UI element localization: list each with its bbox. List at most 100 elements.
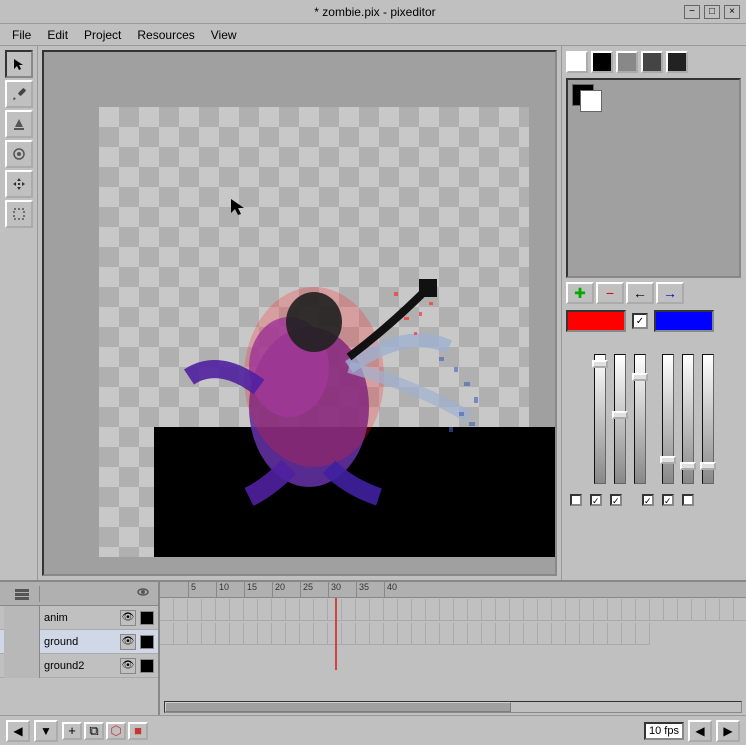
close-button[interactable]: × — [724, 5, 740, 19]
next-color-button[interactable]: → — [656, 282, 684, 304]
tool-pencil[interactable] — [5, 80, 33, 108]
swatch-gray[interactable] — [616, 51, 638, 73]
frame-cell[interactable] — [538, 623, 552, 645]
frame-cell[interactable] — [440, 599, 454, 621]
color2-rect[interactable] — [654, 310, 714, 332]
frame-cell[interactable] — [636, 599, 650, 621]
frame-cell[interactable] — [426, 623, 440, 645]
slider-thumb-6[interactable] — [700, 462, 716, 470]
frame-cell[interactable] — [370, 599, 384, 621]
frame-cell[interactable] — [426, 599, 440, 621]
frame-cell[interactable] — [440, 623, 454, 645]
add-layer-button[interactable]: + — [62, 722, 82, 740]
frame-cell[interactable] — [216, 623, 230, 645]
frame-cell[interactable] — [370, 623, 384, 645]
frame-cell[interactable] — [174, 623, 188, 645]
frame-cell[interactable] — [496, 623, 510, 645]
swatch-white[interactable] — [566, 51, 588, 73]
frame-cell[interactable] — [342, 599, 356, 621]
frame-cell[interactable] — [678, 599, 692, 621]
frame-cell[interactable] — [384, 599, 398, 621]
frame-cell[interactable] — [230, 623, 244, 645]
swatch-dark-gray[interactable] — [641, 51, 663, 73]
frame-cell[interactable] — [216, 599, 230, 621]
frame-cell[interactable] — [286, 623, 300, 645]
frame-cell[interactable] — [272, 599, 286, 621]
maximize-button[interactable]: □ — [704, 5, 720, 19]
frame-cell[interactable] — [594, 623, 608, 645]
slider-thumb-r[interactable] — [592, 360, 608, 368]
tool-eyedropper[interactable] — [5, 140, 33, 168]
frame-cell[interactable] — [398, 623, 412, 645]
remove-color-button[interactable]: − — [596, 282, 624, 304]
fps-input[interactable] — [644, 722, 684, 740]
frame-cell[interactable] — [538, 599, 552, 621]
frame-cell[interactable] — [342, 623, 356, 645]
color1-checkbox[interactable]: ✓ — [632, 313, 648, 329]
slider-thumb-b[interactable] — [632, 373, 648, 381]
checkbox-2[interactable] — [590, 494, 602, 506]
frame-cell[interactable] — [272, 623, 286, 645]
timeline-scrollbar[interactable] — [164, 701, 742, 713]
frame-cell[interactable] — [454, 599, 468, 621]
frame-cell[interactable] — [356, 623, 370, 645]
frame-cell[interactable] — [300, 599, 314, 621]
frame-cell[interactable] — [160, 623, 174, 645]
tool-arrow[interactable] — [5, 50, 33, 78]
layer-row-ground[interactable]: ground 👁 — [0, 630, 158, 654]
frame-cell[interactable] — [622, 623, 636, 645]
menu-view[interactable]: View — [203, 26, 245, 44]
frame-cell[interactable] — [650, 599, 664, 621]
checkbox-6[interactable] — [682, 494, 694, 506]
frame-cell[interactable] — [188, 623, 202, 645]
frame-cell[interactable] — [734, 599, 746, 621]
frame-cell[interactable] — [188, 599, 202, 621]
prev-frame-button[interactable]: ◀ — [6, 720, 30, 742]
frame-cell[interactable] — [300, 623, 314, 645]
tool-move[interactable] — [5, 170, 33, 198]
frame-cell[interactable] — [398, 599, 412, 621]
frame-cell[interactable] — [328, 599, 342, 621]
frame-cell[interactable] — [412, 623, 426, 645]
frame-cell[interactable] — [454, 623, 468, 645]
frame-cell[interactable] — [328, 623, 342, 645]
color1-rect[interactable] — [566, 310, 626, 332]
layer-row-ground2[interactable]: ground2 👁 — [0, 654, 158, 678]
frame-cell[interactable] — [566, 623, 580, 645]
menu-project[interactable]: Project — [76, 26, 129, 44]
tool-select[interactable] — [5, 200, 33, 228]
frame-cell[interactable] — [524, 623, 538, 645]
frame-cell[interactable] — [720, 599, 734, 621]
prev-color-button[interactable]: ← — [626, 282, 654, 304]
checkbox-4[interactable] — [642, 494, 654, 506]
frame-cell[interactable] — [552, 599, 566, 621]
slider-thumb-5[interactable] — [680, 462, 696, 470]
frame-cell[interactable] — [468, 623, 482, 645]
checkbox-1[interactable] — [570, 494, 582, 506]
frame-cell[interactable] — [202, 599, 216, 621]
prev-play-button[interactable]: ◀ — [688, 720, 712, 742]
frame-cell[interactable] — [258, 623, 272, 645]
frame-cell[interactable] — [482, 623, 496, 645]
frame-cell[interactable] — [664, 599, 678, 621]
frame-cell[interactable] — [482, 599, 496, 621]
layer-row-anim[interactable]: anim 👁 — [0, 606, 158, 630]
swatch-darkest[interactable] — [666, 51, 688, 73]
duplicate-button[interactable]: ⧉ — [84, 722, 104, 740]
frame-cell[interactable] — [356, 599, 370, 621]
frame-cell[interactable] — [244, 599, 258, 621]
canvas-panel[interactable] — [42, 50, 557, 576]
add-keyframe-button[interactable]: ⬡ — [106, 722, 126, 740]
frame-cell[interactable] — [244, 623, 258, 645]
frame-cell[interactable] — [230, 599, 244, 621]
frame-cell[interactable] — [692, 599, 706, 621]
frame-cell[interactable] — [524, 599, 538, 621]
timeline-scroll-thumb[interactable] — [165, 702, 511, 712]
layer-vis-ground[interactable]: 👁 — [120, 634, 136, 650]
frame-cell[interactable] — [622, 599, 636, 621]
frame-cell[interactable] — [314, 599, 328, 621]
frame-cell[interactable] — [384, 623, 398, 645]
checkbox-5[interactable] — [662, 494, 674, 506]
frame-cell[interactable] — [160, 599, 174, 621]
window-controls[interactable]: − □ × — [684, 5, 740, 19]
